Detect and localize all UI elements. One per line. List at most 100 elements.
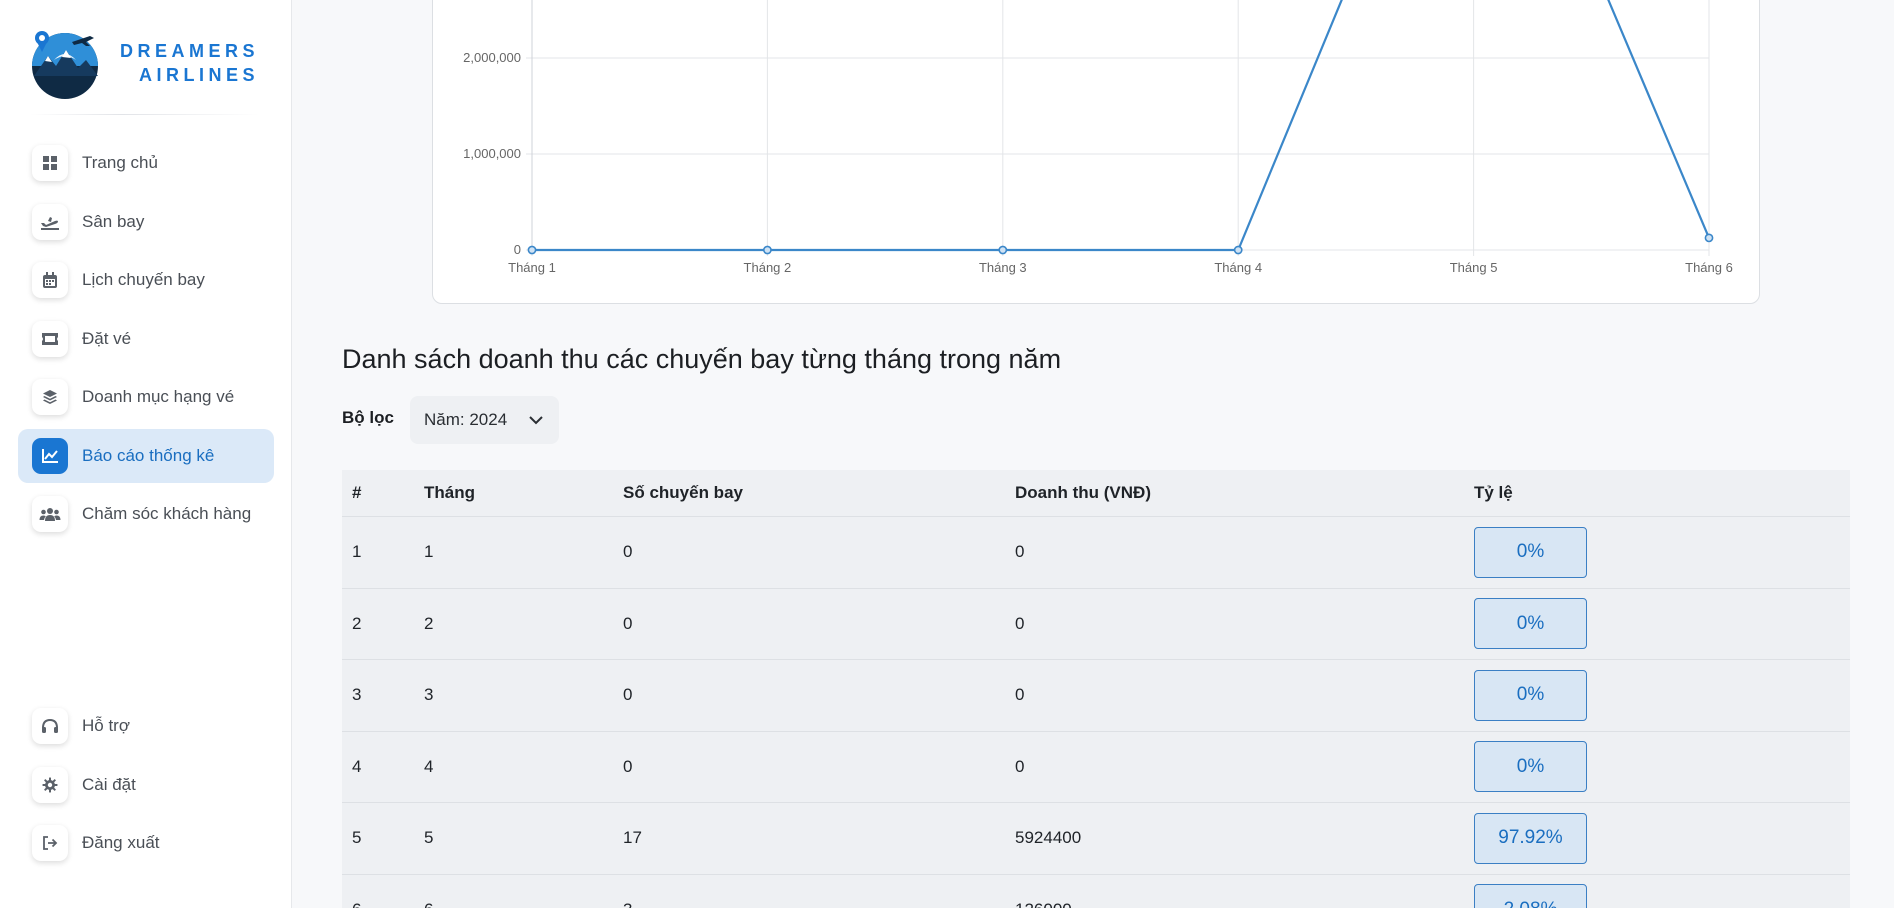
sidebar-item-ticket-classes[interactable]: Doanh mục hạng vé <box>18 370 274 424</box>
cell-ratio: 97.92% <box>1474 812 1850 864</box>
cell-month: 4 <box>424 756 434 776</box>
table-row: 5 5 17 5924400 97.92% <box>342 803 1850 875</box>
ratio-badge[interactable]: 0% <box>1474 598 1587 650</box>
sidebar-item-label: Chăm sóc khách hàng <box>82 504 252 523</box>
calendar-icon <box>32 262 68 298</box>
table-header-row: # Tháng Số chuyến bay Doanh thu (VNĐ) Tỷ… <box>342 470 1850 517</box>
table-row: 3 3 0 0 0% <box>342 660 1850 732</box>
brand-logo[interactable]: DREAMERS AIRLINES <box>28 24 268 102</box>
sidebar-item-airports[interactable]: Sân bay <box>18 195 274 249</box>
cell-flights: 17 <box>623 828 642 848</box>
cell-ratio: 0% <box>1474 669 1850 721</box>
column-header-month: Tháng <box>424 483 475 502</box>
users-icon <box>32 496 68 532</box>
chart-line-icon <box>32 437 68 474</box>
cell-flights: 0 <box>623 613 633 633</box>
sidebar-item-label: Đặt vé <box>82 328 132 348</box>
cell-month: 3 <box>424 685 434 705</box>
sidebar-item-label: Doanh mục hạng vé <box>82 387 235 406</box>
cell-revenue: 126000 <box>1015 900 1474 908</box>
table-row: 6631260002.08% <box>342 874 1850 908</box>
layers-icon <box>32 379 68 415</box>
cell-revenue: 0 <box>1015 542 1025 562</box>
cell-flights: 3 <box>623 900 1015 908</box>
cell-ratio: 0% <box>1474 741 1850 793</box>
sidebar-item-booking[interactable]: Đặt vé <box>18 312 274 366</box>
ratio-badge[interactable]: 0% <box>1474 669 1587 721</box>
cell-index: 4 <box>352 756 362 776</box>
cell-month: 6 <box>424 900 623 908</box>
cell-flights: 0 <box>623 756 633 776</box>
plane-departure-icon <box>32 203 68 240</box>
sidebar: DREAMERS AIRLINES Trang chủ Sân bay Lịch… <box>0 0 292 908</box>
sidebar-item-flight-schedule[interactable]: Lịch chuyến bay <box>18 253 274 307</box>
data-point <box>998 245 1008 255</box>
logout-icon <box>32 825 68 861</box>
y-tick-label: 0 <box>514 242 521 257</box>
airline-logo-icon <box>32 31 98 99</box>
cell-month: 2 <box>424 613 434 633</box>
x-tick-label: Tháng 3 <box>979 260 1027 275</box>
sidebar-bottom-nav: Hỗ trợ Cài đặt Đăng xuất <box>18 699 274 875</box>
cell-index: 5 <box>352 828 362 848</box>
revenue-line-chart: 0 1,000,000 2,000,000 Tháng 1 Tháng 2 Tháng 3… <box>463 0 1733 275</box>
brand-line-1: DREAMERS <box>120 41 260 61</box>
year-filter-select[interactable]: Năm: 2024 <box>410 396 559 444</box>
cell-revenue: 5924400 <box>1015 828 1082 848</box>
sidebar-item-logout[interactable]: Đăng xuất <box>18 816 274 870</box>
revenue-table: # Tháng Số chuyến bay Doanh thu (VNĐ) Tỷ… <box>342 470 1850 908</box>
sidebar-item-customer-care[interactable]: Chăm sóc khách hàng <box>18 487 274 541</box>
sidebar-nav: Trang chủ Sân bay Lịch chuyến bay Đặt vé… <box>18 136 274 546</box>
column-header-flights: Số chuyến bay <box>623 483 743 502</box>
sidebar-item-label: Trang chủ <box>82 153 158 172</box>
cell-index: 2 <box>352 613 362 633</box>
sidebar-item-label: Sân bay <box>82 211 145 231</box>
table-row: 2 2 0 0 0% <box>342 588 1850 660</box>
revenue-chart-card: 0 1,000,000 2,000,000 Tháng 1 Tháng 2 Tháng 3… <box>432 0 1760 304</box>
table-body: 1 1 0 0 0% 2 2 0 0 0% 3 3 0 0 0% 4 4 0 0 0% 5 5 17 5924400 97.92… <box>342 517 1850 908</box>
column-header-ratio: Tỷ lệ <box>1474 483 1513 502</box>
filter-label: Bộ lọc <box>342 408 394 427</box>
x-tick-label: Tháng 6 <box>1685 260 1733 275</box>
x-tick-label: Tháng 4 <box>1214 260 1262 275</box>
brand-line-2: AIRLINES <box>139 65 260 85</box>
cell-flights: 0 <box>623 685 633 705</box>
y-tick-label: 1,000,000 <box>463 146 521 161</box>
cell-ratio: 0% <box>1474 526 1850 578</box>
ratio-badge[interactable]: 2.08% <box>1474 884 1587 908</box>
sidebar-item-label: Đăng xuất <box>82 833 160 852</box>
sidebar-item-reports[interactable]: Báo cáo thống kê <box>18 428 274 483</box>
data-point <box>1233 245 1243 255</box>
column-header-index: # <box>352 483 362 502</box>
cell-index: 3 <box>352 685 362 705</box>
sidebar-item-home[interactable]: Trang chủ <box>18 136 274 190</box>
ratio-badge[interactable]: 0% <box>1474 526 1587 578</box>
y-tick-label: 2,000,000 <box>463 50 521 65</box>
chevron-down-icon <box>529 416 543 425</box>
x-tick-label: Tháng 1 <box>508 260 556 275</box>
cell-month: 1 <box>424 542 434 562</box>
x-tick-label: Tháng 2 <box>744 260 792 275</box>
data-point <box>527 245 537 255</box>
gear-icon <box>32 766 68 803</box>
cell-month: 5 <box>424 828 434 848</box>
table-row: 1 1 0 0 0% <box>342 517 1850 589</box>
ticket-icon <box>32 320 68 357</box>
sidebar-item-support[interactable]: Hỗ trợ <box>18 699 274 753</box>
column-header-revenue: Doanh thu (VNĐ) <box>1015 483 1151 502</box>
page-title: Danh sách doanh thu các chuyến bay từng … <box>342 344 1062 374</box>
sidebar-item-label: Cài đặt <box>82 774 136 794</box>
year-filter-value: Năm: 2024 <box>424 410 508 429</box>
headphones-icon <box>32 708 68 744</box>
cell-revenue: 0 <box>1015 756 1025 776</box>
sidebar-item-settings[interactable]: Cài đặt <box>18 758 274 812</box>
series-line <box>532 0 1711 252</box>
ratio-badge[interactable]: 0% <box>1474 741 1587 793</box>
sidebar-divider <box>30 114 260 115</box>
cell-index: 6 <box>342 900 424 908</box>
ratio-badge[interactable]: 97.92% <box>1474 812 1587 864</box>
sidebar-item-label: Lịch chuyến bay <box>82 270 205 289</box>
cell-flights: 0 <box>623 542 633 562</box>
cell-ratio: 2.08% <box>1474 884 1850 908</box>
data-point <box>1704 233 1714 243</box>
